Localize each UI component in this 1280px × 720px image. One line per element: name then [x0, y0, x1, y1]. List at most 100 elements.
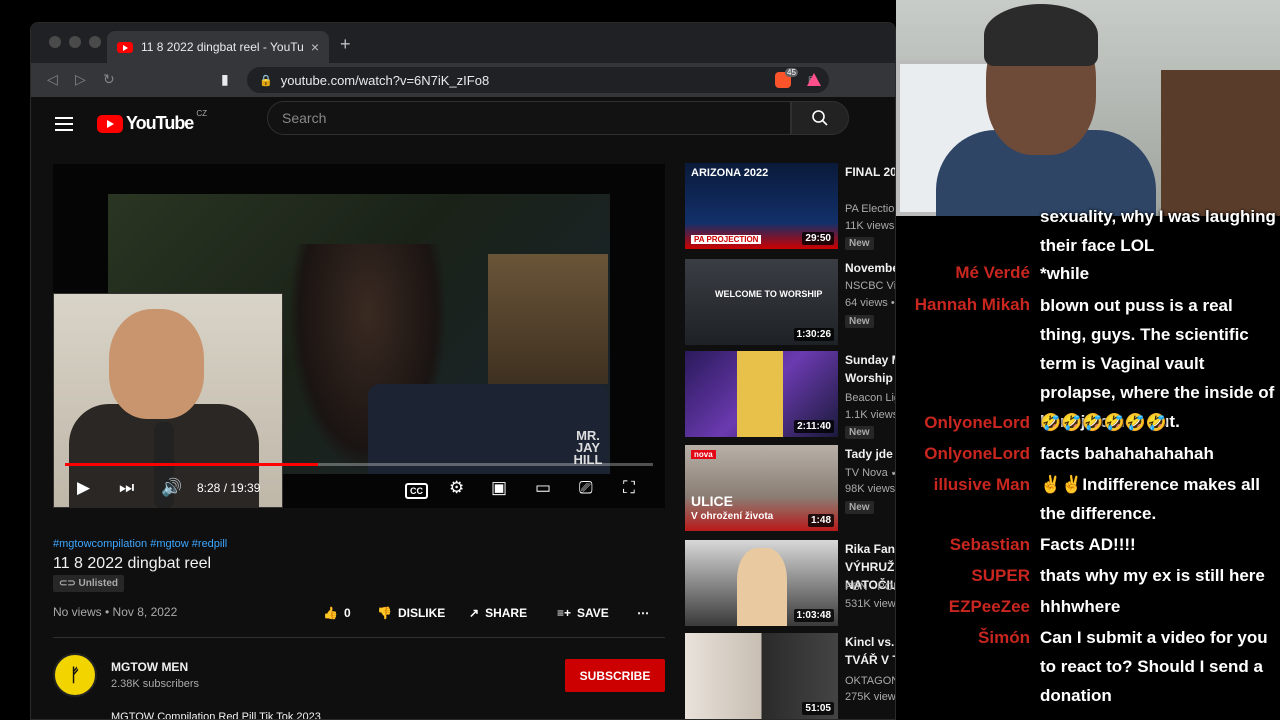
chat-username: illusive Man	[933, 475, 1030, 494]
recommendation-item[interactable]: nova ULICE V ohrožení života 1:48 Tady j…	[685, 445, 895, 533]
video-duration: 1:30:26	[793, 328, 834, 341]
video-title[interactable]: November 6th Sunday Service	[845, 259, 895, 277]
progress-bar[interactable]	[65, 463, 653, 466]
unlisted-badge: ⊂⊃ Unlisted	[53, 575, 124, 592]
search-button[interactable]	[791, 101, 849, 135]
channel-avatar[interactable]: ᚠ	[53, 653, 97, 697]
chat-message: Can I submit a video for you to react to…	[1040, 628, 1268, 705]
recommendation-item[interactable]: WELCOME TO WORSHIP 1:30:26 November 6th …	[685, 259, 895, 347]
view-count: 11K views • 1 day ago	[845, 220, 895, 232]
new-tab-button[interactable]: +	[340, 34, 351, 55]
close-tab-icon[interactable]: ×	[311, 39, 319, 55]
streamer-webcam	[896, 0, 1280, 216]
fullscreen-icon[interactable]: ⛶	[623, 478, 635, 498]
address-bar[interactable]: 🔒 youtube.com/watch?v=6N7iK_zIFo8 ⧉	[247, 67, 829, 93]
new-badge: New	[845, 315, 874, 328]
unlisted-label: Unlisted	[78, 578, 118, 589]
search-input[interactable]: Search	[267, 101, 791, 135]
like-button[interactable]: 👍 0	[323, 606, 351, 620]
playlist-add-icon: ≡+	[557, 606, 572, 620]
view-count: 531K views • 10 days ago	[845, 598, 896, 610]
inset-face	[109, 309, 204, 419]
menu-icon[interactable]	[55, 117, 73, 135]
channel-name[interactable]: PBN - PODCAST BEZ NÁZVU	[845, 581, 895, 593]
chat-username: Šimón	[978, 628, 1030, 647]
thumbnail-subtext: PA PROJECTION	[691, 235, 762, 244]
chat-username: EZPeeZee	[948, 597, 1030, 616]
volume-icon[interactable]: 🔊	[161, 478, 182, 498]
logo-country: CZ	[196, 109, 207, 118]
channel-name[interactable]: Beacon Light Family Worship Centre	[845, 392, 895, 404]
link-icon: ⊂⊃	[59, 578, 79, 589]
streamer-beanie	[984, 4, 1098, 66]
subscribe-button[interactable]: SUBSCRIBE	[565, 659, 665, 692]
video-meta: No views • Nov 8, 2022	[53, 605, 178, 619]
video-thumbnail[interactable]: ARIZONA 2022 PA PROJECTION 29:50	[685, 163, 838, 249]
share-icon: ↗	[469, 606, 480, 620]
miniplayer-icon[interactable]: ▣	[491, 478, 507, 498]
video-title[interactable]: Tady jde o život	[845, 445, 895, 463]
video-thumbnail[interactable]: WELCOME TO WORSHIP 1:30:26	[685, 259, 838, 345]
window-controls[interactable]	[49, 36, 101, 48]
thumbnail-graphic	[737, 351, 783, 437]
youtube-header: YouTube CZ Search	[31, 97, 895, 153]
video-thumbnail[interactable]: nova ULICE V ohrožení života 1:48	[685, 445, 838, 531]
share-button[interactable]: ↗ SHARE	[469, 606, 527, 620]
chat-message: 🤣🤣🤣🤣🤣🤣	[1040, 413, 1168, 432]
reload-icon[interactable]: ↻	[103, 71, 115, 88]
browser-tab[interactable]: 11 8 2022 dingbat reel - YouTub ×	[107, 31, 329, 63]
brave-rewards-icon[interactable]	[807, 73, 821, 86]
recommendation-item[interactable]: 1:03:48 Rika Fane - PŘIŠEL MI VÝHRUŽNÝ D…	[685, 540, 896, 628]
back-icon[interactable]: ◁	[47, 71, 58, 88]
thumbnail-text: ARIZONA 2022	[691, 167, 769, 179]
thumbnail-subtext: V ohrožení života	[691, 511, 774, 522]
video-player[interactable]: MR. JAY HILL ▶ ⏭ 🔊 8:28 / 19:39 CC ⚙ ▣ ▭…	[53, 164, 665, 508]
browser-toolbar: ◁ ▷ ↻ ▮ 🔒 youtube.com/watch?v=6N7iK_zIFo…	[31, 63, 895, 97]
chat-message: hhhwhere	[1040, 597, 1121, 616]
divider	[53, 637, 665, 638]
video-thumbnail[interactable]: 1:03:48	[685, 540, 838, 626]
channel-name[interactable]: OKTAGON MMA ✔	[845, 674, 895, 687]
bookmark-icon[interactable]: ▮	[221, 71, 229, 88]
recommendation-item[interactable]: ARIZONA 2022 PA PROJECTION 29:50 FINAL 2…	[685, 163, 895, 251]
forward-icon[interactable]: ▷	[75, 71, 86, 88]
save-button[interactable]: ≡+ SAVE	[557, 606, 609, 620]
captions-button[interactable]: CC	[405, 479, 428, 499]
settings-icon[interactable]: ⚙	[449, 478, 464, 498]
play-icon[interactable]: ▶	[77, 478, 90, 498]
more-actions-button[interactable]: ⋯	[637, 606, 649, 620]
time-display: 8:28 / 19:39	[197, 481, 261, 495]
tab-title: 11 8 2022 dingbat reel - YouTub	[141, 40, 303, 54]
theater-mode-icon[interactable]: ▭	[535, 478, 551, 498]
dislike-button[interactable]: 👎 DISLIKE	[377, 606, 445, 620]
channel-name[interactable]: TV Nova ✔	[845, 466, 895, 479]
channel-name[interactable]: PA Election	[845, 203, 895, 215]
video-title[interactable]: Sunday Morning Praise and Worship	[845, 351, 895, 387]
youtube-logo[interactable]: YouTube CZ	[97, 109, 207, 134]
poster-image	[488, 254, 608, 384]
like-count: 0	[343, 606, 351, 620]
player-controls: ▶ ⏭ 🔊 8:28 / 19:39 CC ⚙ ▣ ▭ ⎚ ⛶	[53, 470, 665, 506]
next-icon[interactable]: ⏭	[119, 478, 134, 498]
video-title[interactable]: FINAL 2022 Senate Elections	[845, 163, 895, 181]
video-thumbnail[interactable]: 2:11:40	[685, 351, 838, 437]
cast-icon[interactable]: ⎚	[579, 478, 593, 498]
video-title[interactable]: Kincl vs. Vémola 2 | TVÁŘ V TVÁŘ	[845, 633, 895, 669]
channel-name[interactable]: MGTOW MEN	[111, 660, 188, 674]
video-title: 11 8 2022 dingbat reel	[53, 555, 212, 572]
video-duration: 29:50	[802, 232, 834, 245]
video-hashtags[interactable]: #mgtowcompilation #mgtow #redpill	[53, 538, 227, 550]
captions-icon: CC	[405, 483, 428, 499]
tab-bar: 11 8 2022 dingbat reel - YouTub × +	[31, 23, 895, 63]
thumbnail-text: WELCOME TO WORSHIP	[715, 289, 823, 299]
chat-username: OnlyoneLord	[924, 413, 1030, 432]
video-thumbnail[interactable]: 51:05	[685, 633, 838, 719]
channel-name[interactable]: NSCBC Video	[845, 280, 895, 292]
chat-username: SUPER	[971, 566, 1030, 585]
description-snippet[interactable]: MGTOW Compilation Red Pill Tik Tok 2023	[111, 711, 321, 719]
chat-message: ✌️✌️Indifference makes all the differenc…	[1040, 475, 1260, 523]
video-watermark: MR. JAY HILL	[573, 428, 603, 467]
youtube-play-icon	[97, 114, 123, 133]
recommendation-item[interactable]: 51:05 Kincl vs. Vémola 2 | TVÁŘ V TVÁŘ O…	[685, 633, 895, 719]
recommendation-item[interactable]: 2:11:40 Sunday Morning Praise and Worshi…	[685, 351, 895, 439]
